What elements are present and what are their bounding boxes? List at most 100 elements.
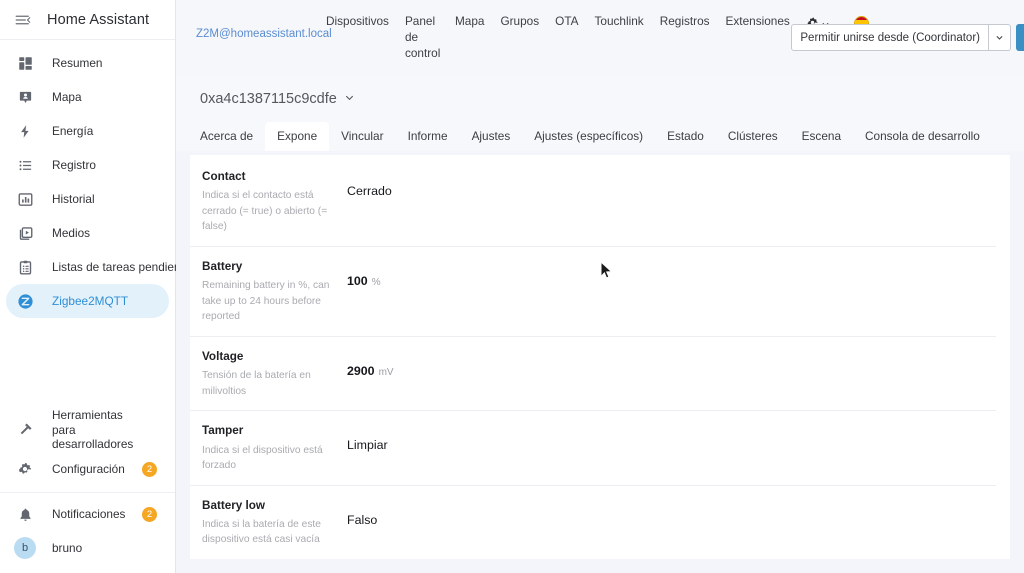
exposes-card: Contact Indica si el contacto está cerra… — [190, 155, 1010, 559]
table-row: Tamper Indica si el dispositivo está for… — [190, 411, 996, 486]
avatar-initial: b — [14, 537, 36, 559]
expose-value-group: 100 % — [347, 259, 381, 288]
sidebar-item-historial[interactable]: Historial — [6, 182, 169, 216]
permit-join-control: Permitir unirse desde (Coordinator) — [791, 24, 1024, 51]
sidebar-item-label: Energía — [52, 123, 94, 138]
list-icon — [14, 154, 36, 176]
lightning-bolt-icon — [14, 120, 36, 142]
nav-link-touchlink[interactable]: Touchlink — [595, 14, 644, 30]
expose-value: Cerrado — [347, 184, 392, 198]
sidebar-item-label: Medios — [52, 225, 91, 240]
nav-link-mapa[interactable]: Mapa — [455, 14, 485, 30]
expose-value-group: 2900 mV — [347, 349, 394, 378]
tab-informe[interactable]: Informe — [396, 122, 460, 151]
main-content: Z2M@homeassistant.local Dispositivos Pan… — [176, 0, 1024, 573]
sidebar-bottom-list: Herramientas para desarrolladores Config… — [0, 408, 175, 573]
expose-name: Battery low — [202, 498, 265, 512]
expose-description: Indica si el contacto está cerrado (= tr… — [202, 190, 328, 233]
nav-link-dispositivos[interactable]: Dispositivos — [326, 14, 389, 30]
hammer-icon — [14, 419, 36, 441]
tab-escena[interactable]: Escena — [790, 122, 853, 151]
nav-link-ota[interactable]: OTA — [555, 14, 578, 30]
table-row: Battery low Indica si la batería de este… — [190, 486, 996, 559]
clipboard-list-icon — [14, 256, 36, 278]
sidebar-item-label: Listas de tareas pendientes — [52, 259, 197, 274]
expose-meta: Contact Indica si el contacto está cerra… — [202, 169, 347, 235]
avatar: b — [14, 537, 36, 559]
zigbee-icon — [14, 290, 36, 312]
expose-description: Indica si el dispositivo está forzado — [202, 444, 323, 472]
sidebar-item-mapa[interactable]: Mapa — [6, 80, 169, 114]
tab-vincular[interactable]: Vincular — [329, 122, 395, 151]
nav-link-grupos[interactable]: Grupos — [500, 14, 539, 30]
sidebar-item-label: Historial — [52, 191, 95, 206]
sidebar-item-label: Zigbee2MQTT — [52, 293, 129, 308]
device-header: 0xa4c1387115c9cdfe — [176, 76, 1024, 108]
sidebar-item-resumen[interactable]: Resumen — [6, 46, 169, 80]
tab-expone[interactable]: Expone — [265, 122, 330, 151]
device-tabs: Acerca de Expone Vincular Informe Ajuste… — [176, 108, 1024, 151]
expose-name: Contact — [202, 170, 246, 183]
tab-consola-de-desarrollo[interactable]: Consola de desarrollo — [853, 122, 992, 151]
sidebar-nav-list: Resumen Mapa Energía Registro Historial … — [0, 40, 196, 318]
tab-clusteres[interactable]: Clústeres — [716, 122, 790, 151]
permit-join-action-button[interactable] — [1016, 24, 1024, 51]
tab-acerca-de[interactable]: Acerca de — [188, 122, 265, 151]
expose-value: 2900 — [347, 363, 375, 378]
sidebar-item-medios[interactable]: Medios — [6, 216, 169, 250]
sidebar-item-energia[interactable]: Energía — [6, 114, 169, 148]
nav-link-registros[interactable]: Registros — [660, 14, 710, 30]
sidebar-item-registro[interactable]: Registro — [6, 148, 169, 182]
expose-description: Remaining battery in %, can take up to 2… — [202, 280, 330, 323]
expose-meta: Tamper Indica si el dispositivo está for… — [202, 423, 347, 473]
sidebar-item-user-profile[interactable]: b bruno — [6, 531, 169, 565]
sidebar-item-label: Resumen — [52, 55, 103, 70]
sidebar-header: Home Assistant — [0, 0, 175, 40]
z2m-brand-link[interactable]: Z2M@homeassistant.local — [196, 28, 332, 40]
sidebar-item-herramientas-desarrolladores[interactable]: Herramientas para desarrolladores — [6, 408, 169, 452]
hamburger-collapse-icon[interactable] — [8, 5, 38, 35]
device-title-dropdown[interactable]: 0xa4c1387115c9cdfe — [200, 91, 355, 107]
sidebar-item-notificaciones[interactable]: Notificaciones 2 — [6, 497, 169, 531]
expose-unit: % — [371, 276, 381, 288]
media-play-icon — [14, 222, 36, 244]
table-row: Contact Indica si el contacto está cerra… — [190, 155, 996, 247]
bell-icon — [14, 503, 36, 525]
expose-value: Limpiar — [347, 438, 388, 453]
expose-name: Tamper — [202, 424, 244, 438]
status-badge: 2 — [142, 506, 157, 522]
nav-link-panel-de-control[interactable]: Panel de control — [405, 14, 440, 62]
sidebar-item-listas-tareas[interactable]: Listas de tareas pendientes — [6, 250, 196, 284]
tab-estado[interactable]: Estado — [655, 122, 716, 151]
chart-bar-icon — [14, 188, 36, 210]
tab-ajustes-especificos[interactable]: Ajustes (específicos) — [522, 122, 655, 151]
chevron-down-icon[interactable] — [989, 24, 1011, 51]
expose-meta: Battery Remaining battery in %, can take… — [202, 259, 347, 325]
z2m-topnav: Z2M@homeassistant.local Dispositivos Pan… — [176, 0, 1024, 76]
dashboard-icon — [14, 52, 36, 74]
chevron-down-icon — [344, 91, 355, 107]
status-badge: 2 — [142, 461, 157, 477]
gear-icon — [14, 458, 36, 480]
sidebar-item-zigbee2mqtt[interactable]: Zigbee2MQTT — [6, 284, 169, 318]
sidebar-divider — [0, 492, 175, 493]
table-row: Battery Remaining battery in %, can take… — [190, 247, 996, 337]
expose-value: 100 — [347, 273, 368, 288]
permit-join-select[interactable]: Permitir unirse desde (Coordinator) — [791, 24, 989, 51]
sidebar-item-label: bruno — [52, 540, 83, 555]
expose-value-group: Falso — [347, 498, 381, 527]
expose-unit: mV — [378, 366, 394, 378]
expose-name: Battery — [202, 259, 243, 273]
expose-name: Voltage — [202, 349, 244, 363]
tab-ajustes[interactable]: Ajustes — [460, 122, 523, 151]
expose-value: Falso — [347, 512, 378, 527]
sidebar-item-configuracion[interactable]: Configuración 2 — [6, 452, 169, 486]
app-title: Home Assistant — [47, 11, 150, 28]
sidebar-item-label: Registro — [52, 157, 96, 172]
sidebar-item-label: Herramientas para desarrolladores — [52, 407, 134, 452]
expose-description: Tensión de la batería en milivoltios — [202, 370, 311, 397]
app-root: Home Assistant Resumen Mapa Energía Regi… — [0, 0, 1024, 573]
nav-link-extensiones[interactable]: Extensiones — [726, 14, 790, 30]
map-marker-icon — [14, 86, 36, 108]
